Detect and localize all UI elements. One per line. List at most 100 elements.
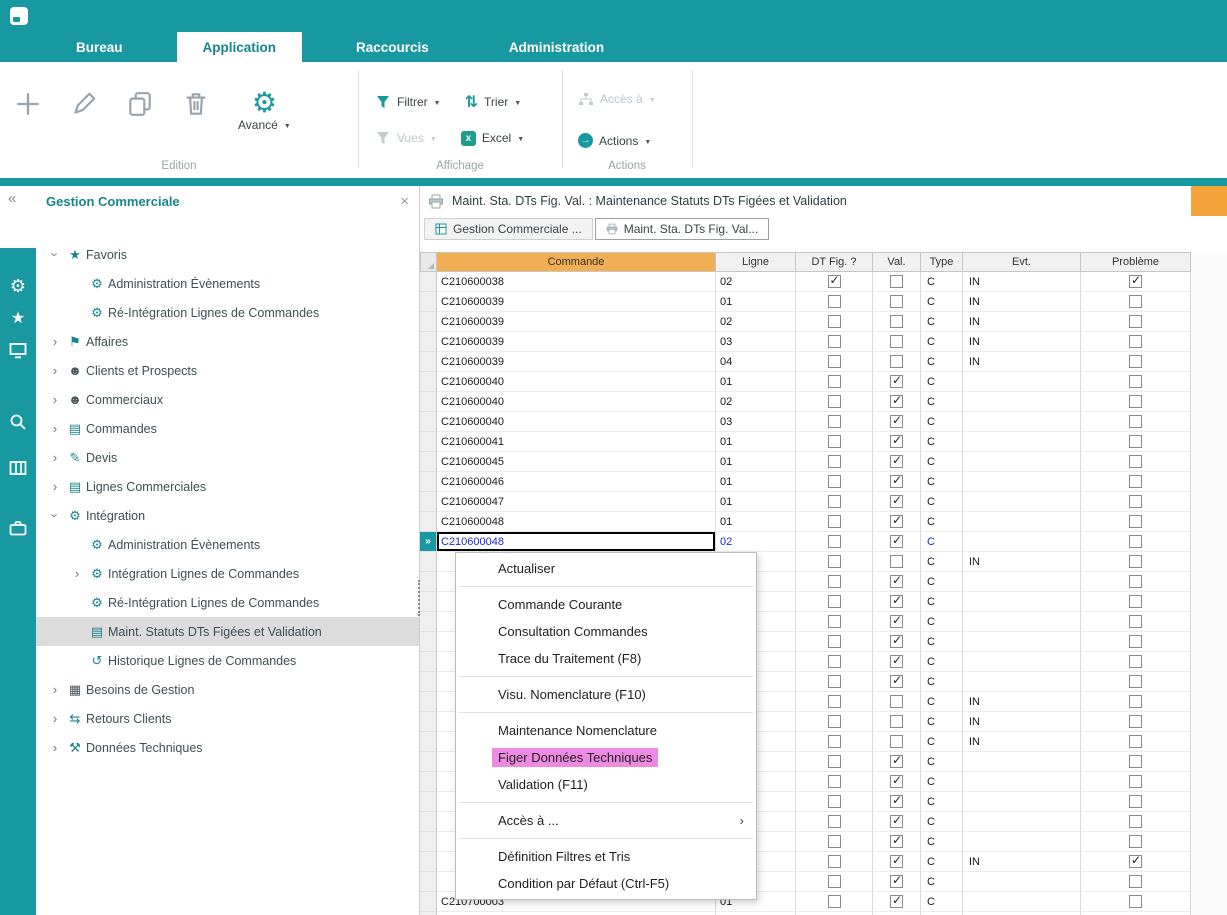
context-menu-item[interactable]: Actualiser xyxy=(456,555,756,582)
row-marker[interactable] xyxy=(420,492,437,512)
val-checkbox[interactable] xyxy=(890,615,903,628)
evt-cell[interactable] xyxy=(963,612,1081,632)
probleme-checkbox[interactable] xyxy=(1129,815,1142,828)
row-marker[interactable] xyxy=(420,472,437,492)
row-marker[interactable] xyxy=(420,632,437,652)
probleme-checkbox[interactable] xyxy=(1129,795,1142,808)
tab-bureau[interactable]: Bureau xyxy=(50,32,149,62)
val-checkbox[interactable] xyxy=(890,775,903,788)
row-marker[interactable] xyxy=(420,292,437,312)
dt-checkbox[interactable] xyxy=(828,475,841,488)
ligne-cell[interactable]: 01 xyxy=(716,512,796,532)
type-cell[interactable]: C xyxy=(921,292,963,312)
probleme-checkbox[interactable] xyxy=(1129,535,1142,548)
evt-cell[interactable] xyxy=(963,652,1081,672)
dt-checkbox[interactable] xyxy=(828,855,841,868)
evt-cell[interactable]: IN xyxy=(963,852,1081,872)
tab-raccourcis[interactable]: Raccourcis xyxy=(330,32,455,62)
row-marker[interactable] xyxy=(420,312,437,332)
probleme-checkbox[interactable] xyxy=(1129,395,1142,408)
context-menu-item[interactable]: Condition par Défaut (Ctrl-F5) xyxy=(456,870,756,897)
sidebar-item[interactable]: ›⚙Intégration xyxy=(36,501,419,530)
sidebar-item[interactable]: ⚙Ré-Intégration Lignes de Commandes xyxy=(36,588,419,617)
dt-checkbox[interactable] xyxy=(828,715,841,728)
evt-cell[interactable] xyxy=(963,832,1081,852)
sidebar-item[interactable]: ›⚒Données Techniques xyxy=(36,733,419,762)
advanced-button[interactable]: ⚙ Avancé xyxy=(238,90,291,132)
val-checkbox[interactable] xyxy=(890,435,903,448)
ligne-cell[interactable]: 01 xyxy=(716,292,796,312)
command-cell[interactable]: C210600039 xyxy=(437,292,716,312)
command-cell[interactable]: C210600046 xyxy=(437,472,716,492)
actions-button[interactable]: → Actions xyxy=(578,133,651,148)
table-row[interactable]: C21060004003C xyxy=(420,412,1227,432)
val-checkbox[interactable] xyxy=(890,575,903,588)
chevron-icon[interactable]: › xyxy=(46,363,64,378)
evt-cell[interactable] xyxy=(963,372,1081,392)
dt-checkbox[interactable] xyxy=(828,575,841,588)
val-checkbox[interactable] xyxy=(890,875,903,888)
row-marker[interactable] xyxy=(420,552,437,572)
dt-checkbox[interactable] xyxy=(828,875,841,888)
probleme-checkbox[interactable] xyxy=(1129,475,1142,488)
type-cell[interactable]: C xyxy=(921,332,963,352)
val-checkbox[interactable] xyxy=(890,495,903,508)
desktop-icon[interactable] xyxy=(0,334,36,366)
command-cell[interactable]: C210600040 xyxy=(437,372,716,392)
settings-icon[interactable]: ⚙ xyxy=(0,270,36,302)
sidebar-item[interactable]: ↺Historique Lignes de Commandes xyxy=(36,646,419,675)
ligne-cell[interactable]: 01 xyxy=(716,472,796,492)
type-cell[interactable]: C xyxy=(921,572,963,592)
tab-gestion-commerciale[interactable]: Gestion Commerciale ... xyxy=(424,218,593,240)
table-row[interactable]: C21060003802CIN xyxy=(420,272,1227,292)
probleme-checkbox[interactable] xyxy=(1129,295,1142,308)
command-cell[interactable]: C210600045 xyxy=(437,452,716,472)
dt-checkbox[interactable] xyxy=(828,275,841,288)
val-checkbox[interactable] xyxy=(890,855,903,868)
row-marker[interactable] xyxy=(420,792,437,812)
probleme-checkbox[interactable] xyxy=(1129,335,1142,348)
briefcase-icon[interactable] xyxy=(0,512,36,544)
search-icon[interactable] xyxy=(0,406,36,438)
sort-button[interactable]: ⇅ Trier xyxy=(465,92,522,112)
chevron-icon[interactable]: › xyxy=(46,421,64,436)
column-header[interactable]: Type xyxy=(921,252,963,272)
probleme-checkbox[interactable] xyxy=(1129,415,1142,428)
dt-checkbox[interactable] xyxy=(828,595,841,608)
probleme-checkbox[interactable] xyxy=(1129,375,1142,388)
access-button[interactable]: Accès à xyxy=(578,92,656,106)
dt-checkbox[interactable] xyxy=(828,415,841,428)
column-header[interactable]: Commande xyxy=(437,252,716,272)
evt-cell[interactable] xyxy=(963,772,1081,792)
dt-checkbox[interactable] xyxy=(828,555,841,568)
table-row[interactable]: C21060003902CIN xyxy=(420,312,1227,332)
row-marker[interactable] xyxy=(420,712,437,732)
table-row[interactable]: »C21060004802C xyxy=(420,532,1227,552)
probleme-checkbox[interactable] xyxy=(1129,455,1142,468)
val-checkbox[interactable] xyxy=(890,335,903,348)
val-checkbox[interactable] xyxy=(890,795,903,808)
context-menu-item[interactable]: Maintenance Nomenclature xyxy=(456,717,756,744)
probleme-checkbox[interactable] xyxy=(1129,855,1142,868)
dt-checkbox[interactable] xyxy=(828,315,841,328)
probleme-checkbox[interactable] xyxy=(1129,595,1142,608)
tab-maint-sta-dts[interactable]: Maint. Sta. DTs Fig. Val... xyxy=(595,218,769,240)
context-menu-item[interactable]: Accès à ...› xyxy=(456,807,756,834)
column-header[interactable]: Problème xyxy=(1081,252,1191,272)
evt-cell[interactable]: IN xyxy=(963,292,1081,312)
evt-cell[interactable] xyxy=(963,752,1081,772)
type-cell[interactable]: C xyxy=(921,412,963,432)
row-marker[interactable] xyxy=(420,892,437,912)
type-cell[interactable]: C xyxy=(921,372,963,392)
dt-checkbox[interactable] xyxy=(828,815,841,828)
chevron-icon[interactable]: › xyxy=(46,682,64,697)
evt-cell[interactable] xyxy=(963,512,1081,532)
sidebar-item[interactable]: ⚙Administration Évènements xyxy=(36,269,419,298)
evt-cell[interactable] xyxy=(963,392,1081,412)
tab-application[interactable]: Application xyxy=(177,32,303,62)
table-row[interactable]: C21060004001C xyxy=(420,372,1227,392)
ligne-cell[interactable]: 02 xyxy=(716,532,796,552)
evt-cell[interactable]: IN xyxy=(963,552,1081,572)
sidebar-item[interactable]: ›☻Clients et Prospects xyxy=(36,356,419,385)
chevron-icon[interactable]: › xyxy=(48,246,63,264)
